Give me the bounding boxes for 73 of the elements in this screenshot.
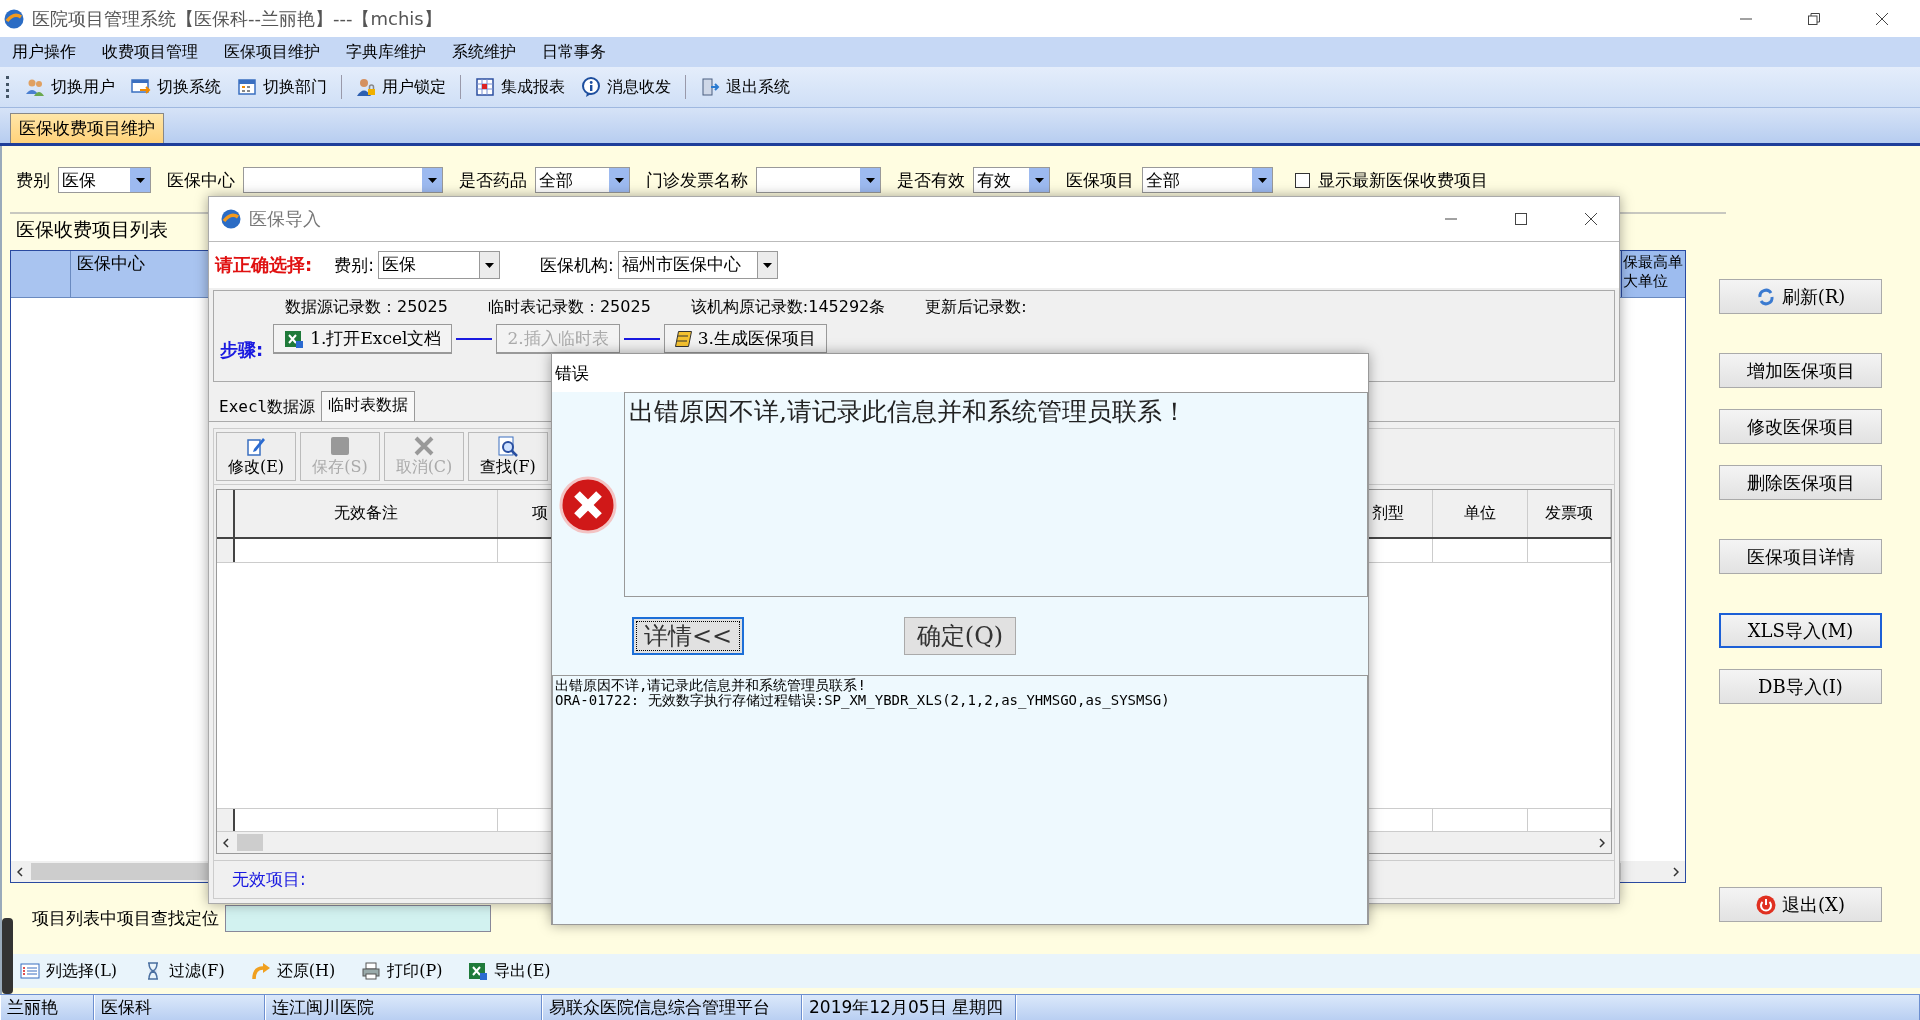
column-header[interactable]: 发票项 xyxy=(1528,490,1611,537)
tab[interactable]: 临时表数据 xyxy=(321,391,416,421)
column-header[interactable]: 无效备注 xyxy=(235,490,498,537)
field-label: 医保中心 xyxy=(167,168,235,192)
dropdown[interactable]: 福州市医保中心 xyxy=(617,251,778,279)
toolbar-button[interactable]: 切换部门 xyxy=(231,74,333,100)
dialog-title: 错误 xyxy=(552,354,1368,392)
action-button[interactable]: 查找(F) xyxy=(468,432,548,481)
column-header[interactable]: 单位 xyxy=(1433,490,1528,537)
side-button[interactable]: 医保项目详情 xyxy=(1719,539,1882,574)
status-cell: 兰丽艳 xyxy=(0,995,94,1020)
status-cell: 医保科 xyxy=(94,995,265,1020)
side-button[interactable]: 刷新(R) xyxy=(1719,279,1882,314)
toolbar-button[interactable]: 导出(E) xyxy=(462,958,557,984)
count-label: 更新后记录数: xyxy=(925,297,1027,318)
toolbar-button[interactable]: 切换用户 xyxy=(19,74,121,100)
field-label: 费别 xyxy=(16,168,50,192)
toolbar-button[interactable]: 退出系统 xyxy=(694,74,796,100)
message-box: 出错原因不详,请记录此信息并和系统管理员联系！ xyxy=(624,392,1368,597)
tab[interactable]: 医保收费项目维护 xyxy=(10,113,164,143)
dialog-button[interactable]: 确定(Q) xyxy=(904,617,1016,655)
field-label: 医保机构: xyxy=(539,253,614,277)
dialog-button[interactable]: 详情<< xyxy=(632,617,744,655)
side-button[interactable]: XLS导入(M) xyxy=(1719,613,1882,648)
steps-label: 步骤: xyxy=(220,338,264,362)
prompt-label: 请正确选择: xyxy=(215,253,313,277)
field-label: 费别: xyxy=(334,253,374,277)
details-text: 出错原因不详,请记录此信息并和系统管理员联系! xyxy=(555,678,867,693)
side-button[interactable]: 退出(X) xyxy=(1719,887,1882,922)
dropdown[interactable]: 医保 xyxy=(58,167,151,193)
status-cell: 易联众医院信息综合管理平台 xyxy=(542,995,802,1020)
menu-item[interactable]: 系统维护 xyxy=(452,41,516,63)
toolbar-button[interactable]: 用户锁定 xyxy=(350,74,452,100)
invalid-items-label: 无效项目: xyxy=(232,868,306,891)
dropdown[interactable]: 医保 xyxy=(377,251,500,279)
status-cell: 连江闽川医院 xyxy=(265,995,542,1020)
count-label: 临时表记录数：25025 xyxy=(487,297,651,318)
status-cell: 2019年12月05日 星期四 xyxy=(802,995,1016,1020)
field-label: 项目列表中项目查找定位 xyxy=(32,907,219,930)
window-title: 医院项目管理系统【医保科--兰丽艳】---【mchis】 xyxy=(32,6,442,31)
toolbar-button[interactable]: 列选择(L) xyxy=(14,958,124,984)
side-button[interactable]: 修改医保项目 xyxy=(1719,409,1882,444)
details-text: ORA-01722: 无效数字执行存储过程错误:SP_XM_YBDR_XLS(2,1,2,as_YHMSGO,as_SYSMSG) xyxy=(555,693,1171,708)
column-header[interactable]: 保最高单 大单位 xyxy=(1621,251,1685,297)
field-label: 是否有效 xyxy=(897,168,965,192)
toolbar-button[interactable]: 打印(P) xyxy=(355,958,449,984)
toolbar-button[interactable]: 过滤(F) xyxy=(137,958,231,984)
count-label: 该机构原记录数:145292条 xyxy=(690,297,886,318)
side-button[interactable]: 删除医保项目 xyxy=(1719,465,1882,500)
menu-item[interactable]: 收费项目管理 xyxy=(102,41,198,63)
side-button[interactable]: 增加医保项目 xyxy=(1719,353,1882,388)
toolbar-button[interactable]: 切换系统 xyxy=(125,74,227,100)
action-button[interactable]: 修改(E) xyxy=(216,432,296,481)
dropdown[interactable]: 有效 xyxy=(973,167,1050,193)
dropdown[interactable]: 全部 xyxy=(535,167,630,193)
field-label: 门诊发票名称 xyxy=(646,168,748,192)
toolbar-button[interactable]: 集成报表 xyxy=(469,74,571,100)
step-button[interactable]: 1.打开Excel文档 xyxy=(273,324,453,354)
toolbar-button[interactable]: 还原(H) xyxy=(244,958,342,984)
menu-item[interactable]: 用户操作 xyxy=(12,41,76,63)
dropdown[interactable]: 全部 xyxy=(1142,167,1273,193)
field-label: 是否药品 xyxy=(459,168,527,192)
toolbar-button[interactable]: 消息收发 xyxy=(575,74,677,100)
dialog-title: 医保导入 xyxy=(249,207,321,231)
menu-item[interactable]: 字典库维护 xyxy=(346,41,426,63)
count-label: 数据源记录数：25025 xyxy=(285,297,448,318)
menu-item[interactable]: 医保项目维护 xyxy=(224,41,320,63)
side-button[interactable]: DB导入(I) xyxy=(1719,669,1882,704)
step-button[interactable]: 3.生成医保项目 xyxy=(663,324,827,354)
tab[interactable]: Execl数据源 xyxy=(213,394,322,421)
menu-item[interactable]: 日常事务 xyxy=(542,41,606,63)
field-label: 医保项目 xyxy=(1066,168,1134,192)
checkbox-label: 显示最新医保收费项目 xyxy=(1318,168,1488,192)
